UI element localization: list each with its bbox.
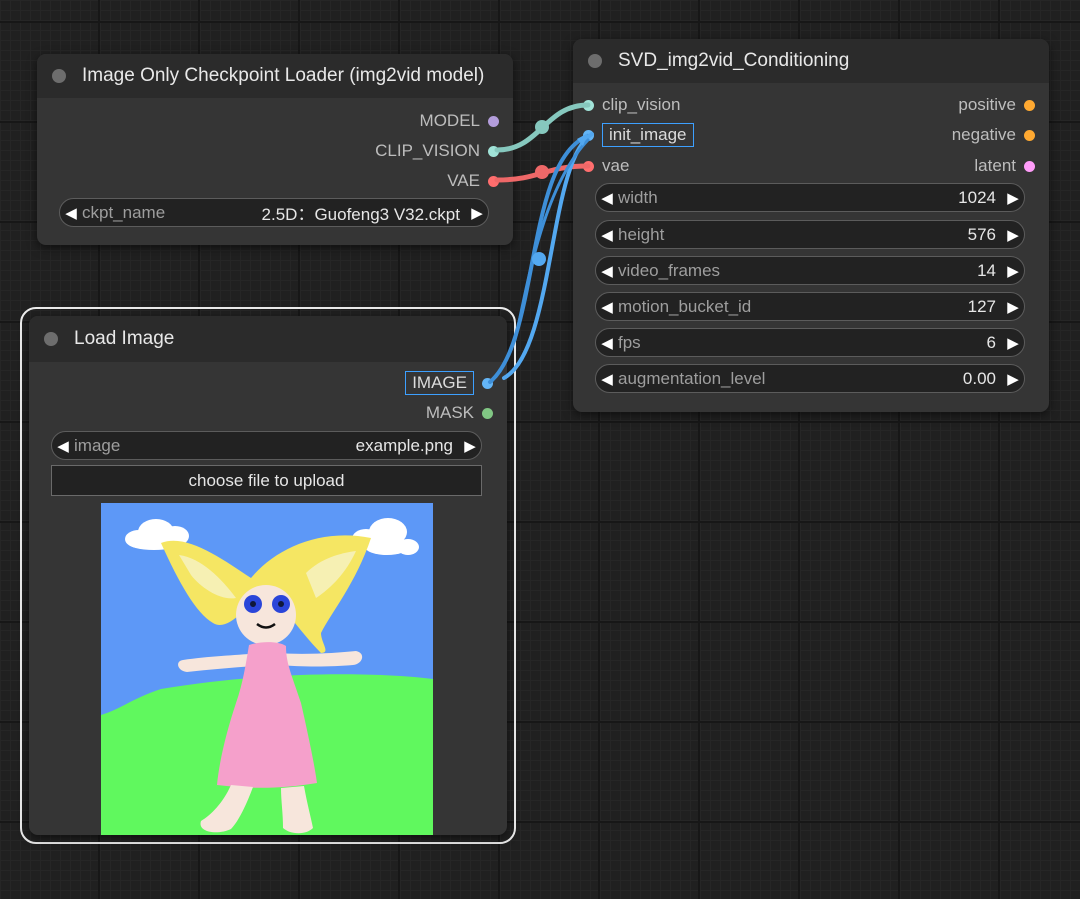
left-arrow-icon[interactable]: ◀ <box>60 204 82 222</box>
widget-label: video_frames <box>618 260 721 280</box>
increment-arrow-icon[interactable]: ▶ <box>1002 334 1024 352</box>
input-slot-vae[interactable]: vae <box>583 156 629 176</box>
svd-conditioning-node[interactable]: SVD_img2vid_Conditioning clip_vision ini… <box>573 39 1049 412</box>
decrement-arrow-icon[interactable]: ◀ <box>596 334 618 352</box>
decrement-arrow-icon[interactable]: ◀ <box>596 226 618 244</box>
decrement-arrow-icon[interactable]: ◀ <box>596 189 618 207</box>
widget-label: height <box>618 224 665 244</box>
output-slot-clip-vision[interactable]: CLIP_VISION <box>375 141 499 161</box>
increment-arrow-icon[interactable]: ▶ <box>1002 298 1024 316</box>
increment-arrow-icon[interactable]: ▶ <box>1002 226 1024 244</box>
image-combo[interactable]: ◀ image example.png ▶ <box>51 431 482 460</box>
slot-label: init_image <box>602 123 694 147</box>
motion-bucket-id-number-widget[interactable]: ◀ motion_bucket_id 127 ▶ <box>595 292 1025 321</box>
image-socket-icon[interactable] <box>583 129 594 141</box>
decrement-arrow-icon[interactable]: ◀ <box>596 262 618 280</box>
slot-label: CLIP_VISION <box>375 141 480 160</box>
output-slot-positive[interactable]: positive <box>958 95 1035 115</box>
slot-label: MASK <box>425 403 474 422</box>
widget-label: augmentation_level <box>618 368 766 388</box>
conditioning-socket-icon[interactable] <box>1024 129 1035 141</box>
conditioning-socket-icon[interactable] <box>1024 99 1035 111</box>
right-arrow-icon[interactable]: ▶ <box>466 204 488 222</box>
increment-arrow-icon[interactable]: ▶ <box>1002 189 1024 207</box>
output-slot-mask[interactable]: MASK <box>426 403 493 423</box>
node-title: Image Only Checkpoint Loader (img2vid mo… <box>82 65 485 86</box>
face <box>236 585 296 645</box>
slot-label: latent <box>974 156 1016 175</box>
increment-arrow-icon[interactable]: ▶ <box>1002 262 1024 280</box>
height-number-widget[interactable]: ◀ height 576 ▶ <box>595 220 1025 249</box>
decrement-arrow-icon[interactable]: ◀ <box>596 370 618 388</box>
slot-label: MODEL <box>419 111 480 130</box>
widget-value: 14 <box>977 260 996 280</box>
output-slot-negative[interactable]: negative <box>952 125 1035 145</box>
vae-socket-icon[interactable] <box>583 160 594 172</box>
output-slot-latent[interactable]: latent <box>974 156 1035 176</box>
augmentation-level-number-widget[interactable]: ◀ augmentation_level 0.00 ▶ <box>595 364 1025 393</box>
increment-arrow-icon[interactable]: ▶ <box>1002 370 1024 388</box>
widget-label: ckpt_name <box>82 202 166 222</box>
fps-number-widget[interactable]: ◀ fps 6 ▶ <box>595 328 1025 357</box>
widget-value: 127 <box>967 296 996 316</box>
video-frames-number-widget[interactable]: ◀ video_frames 14 ▶ <box>595 256 1025 285</box>
slot-label: negative <box>951 125 1016 144</box>
node-title-bar[interactable]: Load Image <box>29 316 507 362</box>
decrement-arrow-icon[interactable]: ◀ <box>596 298 618 316</box>
mask-socket-icon[interactable] <box>482 407 493 419</box>
latent-socket-icon[interactable] <box>1024 160 1035 172</box>
output-slot-vae[interactable]: VAE <box>447 171 499 191</box>
vae-socket-icon[interactable] <box>488 175 499 187</box>
load-image-node[interactable]: Load Image IMAGE MASK ◀ image example.pn… <box>29 316 507 835</box>
widget-label: motion_bucket_id <box>618 296 752 316</box>
widget-value: 0.00 <box>962 368 996 388</box>
width-number-widget[interactable]: ◀ width 1024 ▶ <box>595 183 1025 212</box>
ckpt-name-combo[interactable]: ◀ ckpt_name 2.5D：Guofeng3 V32.ckpt ▶ <box>59 198 489 227</box>
widget-label: width <box>618 187 658 207</box>
output-slot-model[interactable]: MODEL <box>420 111 499 131</box>
slot-label: VAE <box>447 171 480 190</box>
collapse-dot-icon[interactable] <box>588 54 602 68</box>
output-slot-image[interactable]: IMAGE <box>405 371 493 395</box>
node-title: SVD_img2vid_Conditioning <box>618 50 850 71</box>
node-title-bar[interactable]: Image Only Checkpoint Loader (img2vid mo… <box>37 54 513 98</box>
widget-value: example.png <box>355 435 453 455</box>
widget-value: 2.5D：Guofeng3 V32.ckpt <box>261 205 460 224</box>
model-socket-icon[interactable] <box>488 115 499 127</box>
input-slot-clip-vision[interactable]: clip_vision <box>583 95 680 115</box>
slot-label: positive <box>958 95 1016 114</box>
widget-value: 6 <box>986 332 996 352</box>
image-preview <box>101 503 433 835</box>
slot-label: clip_vision <box>602 95 681 114</box>
choose-file-button[interactable]: choose file to upload <box>51 465 482 496</box>
checkpoint-loader-node[interactable]: Image Only Checkpoint Loader (img2vid mo… <box>37 54 513 245</box>
clip-vision-socket-icon[interactable] <box>488 145 499 157</box>
input-slot-init-image[interactable]: init_image <box>583 123 694 147</box>
collapse-dot-icon[interactable] <box>44 332 58 346</box>
node-title: Load Image <box>74 328 175 349</box>
clip-vision-socket-icon[interactable] <box>583 99 594 111</box>
widget-value: 576 <box>967 224 996 244</box>
slot-label: vae <box>602 156 630 175</box>
widget-value: 1024 <box>958 187 996 207</box>
collapse-dot-icon[interactable] <box>52 69 66 83</box>
widget-label: image <box>74 435 121 455</box>
widget-label: fps <box>618 332 641 352</box>
left-arrow-icon[interactable]: ◀ <box>52 437 74 455</box>
image-socket-icon[interactable] <box>482 377 493 389</box>
right-arrow-icon[interactable]: ▶ <box>459 437 481 455</box>
node-title-bar[interactable]: SVD_img2vid_Conditioning <box>573 39 1049 83</box>
slot-label: IMAGE <box>405 371 474 395</box>
